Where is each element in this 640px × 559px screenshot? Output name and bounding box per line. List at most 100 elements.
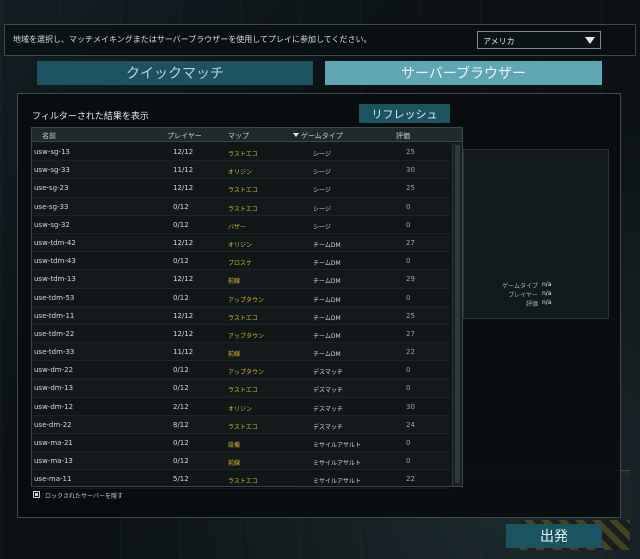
tab-server-browser[interactable]: サーバーブラウザー xyxy=(325,61,602,85)
column-header-name[interactable]: 名前 xyxy=(42,131,56,141)
server-rating: 0 xyxy=(406,457,411,466)
table-row[interactable]: usw-dm-22 0/12 アップタウン デスマッチ 0 xyxy=(32,361,450,380)
column-header-map[interactable]: マップ xyxy=(228,131,249,141)
hide-locked-servers-label: ロックされたサーバーを隠す xyxy=(45,493,123,500)
server-name: usw-tdm-13 xyxy=(34,275,76,284)
server-name: use-tdm-22 xyxy=(34,329,75,338)
server-name: use-sg-33 xyxy=(34,202,69,211)
table-scrollbar[interactable] xyxy=(452,143,462,486)
server-name: use-tdm-53 xyxy=(34,293,75,302)
server-table: 名前 プレイヤー マップ ゲームタイプ 評価 usw-sg-13 12/12 ラスト… xyxy=(31,127,463,489)
server-map: 設備 xyxy=(228,442,241,449)
server-players: 12/12 xyxy=(173,311,194,320)
table-row[interactable]: usw-sg-32 0/12 バザー シージ 0 xyxy=(32,216,450,234)
detail-players-label: プレイヤー xyxy=(508,292,538,299)
server-map: ラストエコ xyxy=(228,387,258,395)
server-game-type: チームDM xyxy=(313,332,341,340)
server-map: オリジン xyxy=(228,405,253,413)
server-name: usw-ma-21 xyxy=(34,439,73,447)
refresh-button-label: リフレッシュ xyxy=(371,107,438,121)
server-game-type: チームDM xyxy=(313,278,341,286)
server-map: ブロスケ xyxy=(228,260,253,268)
server-map: ラストエコ xyxy=(228,314,258,322)
table-row[interactable]: use-tdm-22 12/12 アップタウン チームDM 27 xyxy=(32,325,450,344)
detail-rating-label: 評価 xyxy=(525,301,538,308)
server-name: usw-sg-33 xyxy=(34,166,70,175)
column-header-game-type[interactable]: ゲームタイプ xyxy=(301,131,343,141)
server-map: 前線 xyxy=(228,460,241,468)
instruction-text: 地域を選択し、マッチメイキングまたはサーバーブラウザーを使用してプレイに参加して… xyxy=(13,35,372,44)
server-map: ラストエコ xyxy=(228,423,258,431)
table-row[interactable]: usw-dm-13 0/12 ラストエコ デスマッチ 0 xyxy=(32,379,450,398)
server-map: ラストエコ xyxy=(228,187,258,195)
server-name: usw-tdm-43 xyxy=(34,257,76,266)
server-game-type: シージ xyxy=(313,169,331,177)
server-game-type: ミサイルアサルト xyxy=(313,460,362,468)
server-name: usw-tdm-42 xyxy=(34,238,76,247)
server-name: use-tdm-11 xyxy=(34,311,75,320)
server-players: 0/12 xyxy=(173,257,189,266)
server-rating: 30 xyxy=(406,166,415,175)
tab-quick-match[interactable]: クイックマッチ xyxy=(37,61,313,85)
server-players: 0/12 xyxy=(173,293,189,302)
table-row[interactable]: usw-tdm-43 0/12 ブロスケ チームDM 0 xyxy=(32,252,450,271)
server-players: 0/12 xyxy=(173,384,189,393)
table-row[interactable]: use-sg-23 12/12 ラストエコ シージ 25 xyxy=(32,179,450,198)
server-players: 11/12 xyxy=(173,348,194,357)
table-row[interactable]: usw-tdm-42 12/12 オリジン チームDM 27 xyxy=(32,234,450,253)
server-rating: 0 xyxy=(406,384,411,393)
server-details-panel: ゲームタイプ n/a プレイヤー n/a 評価 n/a xyxy=(463,149,609,319)
column-header-rating[interactable]: 評価 xyxy=(396,131,410,141)
server-map: オリジン xyxy=(228,169,253,177)
server-rating: 29 xyxy=(406,275,415,284)
table-row[interactable]: use-sg-33 0/12 ラストエコ シージ 0 xyxy=(32,198,450,216)
table-row[interactable]: use-tdm-53 0/12 アップタウン チームDM 0 xyxy=(32,289,450,307)
server-rating: 0 xyxy=(406,439,411,447)
server-players: 0/12 xyxy=(173,457,189,466)
server-players: 12/12 xyxy=(173,148,194,156)
tab-server-browser-label: サーバーブラウザー xyxy=(400,66,527,82)
server-players: 12/12 xyxy=(173,238,194,247)
detail-players-value: n/a xyxy=(542,290,552,297)
server-game-type: チームDM xyxy=(313,241,341,249)
server-rating: 0 xyxy=(406,257,411,266)
column-header-players[interactable]: プレイヤー xyxy=(167,131,202,141)
server-game-type: ミサイルアサルト xyxy=(313,478,362,486)
server-rating: 0 xyxy=(406,293,411,302)
table-row[interactable]: usw-ma-13 0/12 前線 ミサイルアサルト 0 xyxy=(32,452,450,471)
table-row[interactable]: usw-tdm-13 12/12 前線 チームDM 29 xyxy=(32,270,450,289)
table-row[interactable]: use-dm-22 8/12 ラストエコ デスマッチ 24 xyxy=(32,416,450,434)
hide-locked-servers-checkbox[interactable] xyxy=(33,491,40,498)
server-game-type: シージ xyxy=(313,205,331,213)
table-scrollbar-thumb[interactable] xyxy=(455,145,460,483)
table-row[interactable]: use-tdm-11 12/12 ラストエコ チームDM 25 xyxy=(32,307,450,325)
server-game-type: シージ xyxy=(313,223,331,231)
server-players: 12/12 xyxy=(173,329,194,338)
server-name: usw-dm-22 xyxy=(34,366,74,375)
server-name: use-tdm-33 xyxy=(34,348,75,357)
server-map: 前線 xyxy=(228,278,241,286)
table-row[interactable]: use-tdm-33 11/12 前線 チームDM 22 xyxy=(32,343,450,362)
server-name: use-ma-11 xyxy=(34,475,72,484)
server-players: 0/12 xyxy=(173,366,189,375)
server-map: ラストエコ xyxy=(228,151,258,158)
table-row[interactable]: usw-ma-21 0/12 設備 ミサイルアサルト 0 xyxy=(32,434,450,453)
detail-game-type-label: ゲームタイプ xyxy=(502,283,538,290)
server-name: usw-dm-12 xyxy=(34,402,74,411)
table-row[interactable]: usw-dm-12 2/12 オリジン デスマッチ 30 xyxy=(32,398,450,416)
table-row[interactable]: use-ma-11 5/12 ラストエコ ミサイルアサルト 22 xyxy=(32,470,450,489)
instruction-bar: 地域を選択し、マッチメイキングまたはサーバーブラウザーを使用してプレイに参加して… xyxy=(4,24,636,56)
launch-button[interactable]: 出発 xyxy=(506,524,602,548)
refresh-button[interactable]: リフレッシュ xyxy=(359,104,450,123)
server-players: 8/12 xyxy=(173,420,189,429)
table-row[interactable]: usw-sg-13 12/12 ラストエコ シージ 25 xyxy=(32,143,450,162)
table-row[interactable]: usw-sg-33 11/12 オリジン シージ 30 xyxy=(32,161,450,180)
region-select[interactable]: アメリカ xyxy=(477,31,601,49)
server-game-type: シージ xyxy=(313,187,331,195)
server-game-type: デスマッチ xyxy=(313,423,343,431)
server-name: usw-ma-13 xyxy=(34,457,73,466)
server-rating: 25 xyxy=(406,184,415,193)
server-players: 12/12 xyxy=(173,275,194,284)
server-map: ラストエコ xyxy=(228,205,258,213)
chevron-down-icon xyxy=(585,37,595,44)
